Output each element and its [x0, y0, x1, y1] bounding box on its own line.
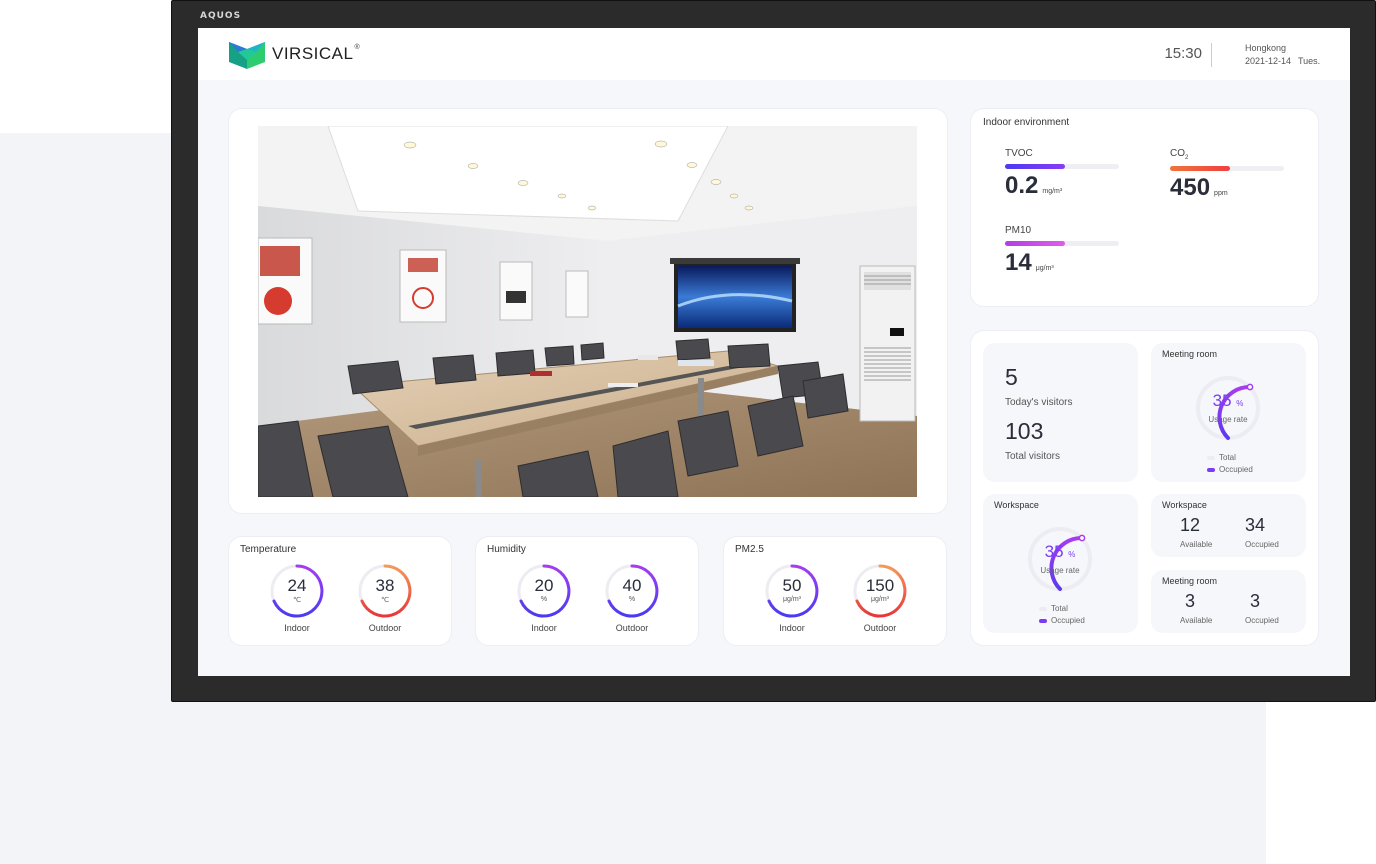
humidity-card: Humidity 20 % Indoor 40 % Outdoor — [475, 536, 699, 646]
header-divider — [1211, 43, 1212, 67]
pm25-outdoor-unit: μg/m³ — [870, 596, 890, 603]
pm25-outdoor-gauge: 150 μg/m³ — [852, 563, 908, 619]
legend-occupied-swatch — [1039, 618, 1047, 623]
pm25-outdoor-label: Outdoor — [863, 623, 897, 633]
temperature-indoor-unit: ℃ — [293, 597, 301, 604]
temperature-indoor-label: Indoor — [284, 623, 310, 633]
temperature-indoor-gauge: 24 ℃ — [269, 563, 325, 619]
tvoc-bar-fill — [1005, 164, 1066, 169]
pm10-metric: PM10 14 μg/m³ — [1005, 225, 1119, 277]
logo-text: VIRSICAL® — [272, 44, 361, 63]
workspace-usage-panel: Workspace 35 % Usage rate Total Occupied — [983, 494, 1138, 633]
pm25-indoor-value: 50 — [782, 576, 802, 595]
today-visitors-value: 5 — [1005, 364, 1018, 390]
meeting-room-usage-ring: 35 % Usage rate — [1191, 371, 1265, 445]
workspace-available-value: 12 — [1180, 515, 1201, 535]
tvoc-value: 0.2 mg/m³ — [1005, 172, 1063, 199]
legend-occupied: Occupied — [1207, 465, 1253, 474]
tvoc-metric: TVOC 0.2 mg/m³ — [1005, 148, 1119, 200]
humidity-indoor-gauge: 20 % — [516, 563, 572, 619]
workspace-stats-title: Workspace — [1162, 500, 1207, 510]
legend-total: Total — [1039, 604, 1068, 613]
logo: VIRSICAL® — [228, 38, 360, 70]
temperature-outdoor-value: 38 — [375, 576, 395, 595]
workspace-usage-rate: 35 % — [1044, 542, 1076, 561]
meeting-room-available-value: 3 — [1185, 591, 1196, 611]
monitor-brand: AQUOS — [200, 11, 242, 21]
virsical-logo-icon — [229, 42, 265, 69]
legend-occupied-swatch — [1207, 467, 1215, 472]
temperature-outdoor-label: Outdoor — [368, 623, 402, 633]
city-label: Hongkong — [1245, 43, 1287, 53]
indoor-environment-card: Indoor environment TVOC 0.2 mg/m³ CO2 450… — [970, 108, 1319, 307]
co2-value: 450 ppm — [1170, 174, 1228, 201]
meeting-room-image — [258, 126, 917, 497]
workspace-stats-panel: Workspace 12 Available 34 Occupied — [1151, 494, 1306, 557]
co2-bar — [1170, 166, 1284, 171]
meeting-room-occupied-value: 3 — [1250, 591, 1261, 611]
room-photo-card — [228, 108, 948, 514]
pm25-indoor-unit: μg/m³ — [782, 596, 802, 603]
pm10-label: PM10 — [1005, 225, 1032, 236]
temperature-outdoor-gauge: 38 ℃ — [357, 563, 413, 619]
occupancy-card: 5 Today's visitors 103 Total visitors Me… — [970, 330, 1319, 646]
humidity-outdoor-label: Outdoor — [615, 623, 649, 633]
legend-total: Total — [1207, 453, 1236, 462]
pm25-indoor-label: Indoor — [779, 623, 805, 633]
meeting-room-usage-rate: 35 % — [1212, 391, 1244, 410]
temperature-indoor-value: 24 — [287, 576, 307, 595]
meeting-room-occupied-label: Occupied — [1245, 616, 1279, 625]
humidity-outdoor-value: 40 — [622, 576, 642, 595]
meeting-room-usage-label: Usage rate — [1208, 415, 1248, 424]
display-monitor: AQUOS VIRSICAL® 15:30 Hongkong 2021-12-1… — [171, 0, 1376, 702]
indoor-environment-title: Indoor environment — [983, 117, 1070, 128]
workspace-usage-ring: 35 % Usage rate — [1023, 522, 1097, 596]
co2-label: CO2 — [1170, 148, 1189, 161]
pm10-bar — [1005, 241, 1119, 246]
co2-metric: CO2 450 ppm — [1170, 148, 1284, 202]
top-bar: VIRSICAL® 15:30 Hongkong 2021-12-14 Tues… — [198, 28, 1350, 80]
total-visitors-value: 103 — [1005, 418, 1044, 444]
pm10-bar-fill — [1005, 241, 1066, 246]
temperature-title: Temperature — [240, 544, 297, 555]
workspace-occupied-value: 34 — [1245, 515, 1266, 535]
workspace-occupied-label: Occupied — [1245, 540, 1279, 549]
pm25-title: PM2.5 — [735, 544, 764, 555]
workspace-usage-label: Usage rate — [1040, 566, 1080, 575]
pm25-indoor-gauge: 50 μg/m³ — [764, 563, 820, 619]
weekday-label: Tues. — [1298, 56, 1321, 66]
pm25-outdoor-value: 150 — [865, 576, 895, 595]
humidity-title: Humidity — [487, 544, 526, 555]
clock: 15:30 — [1164, 45, 1202, 62]
humidity-indoor-label: Indoor — [531, 623, 557, 633]
tvoc-label: TVOC — [1005, 148, 1033, 159]
legend-total-swatch — [1039, 606, 1047, 611]
tvoc-bar — [1005, 164, 1119, 169]
meeting-room-usage-panel: Meeting room 35 % Usage rate Total Occup… — [1151, 343, 1306, 482]
meeting-room-available-label: Available — [1180, 616, 1213, 625]
date-label: 2021-12-14 — [1245, 56, 1292, 66]
temperature-outdoor-unit: ℃ — [381, 597, 389, 604]
pm10-value: 14 μg/m³ — [1005, 249, 1054, 276]
meeting-room-stats-panel: Meeting room 3 Available 3 Occupied — [1151, 570, 1306, 633]
workspace-usage-title: Workspace — [994, 500, 1039, 510]
legend-total-swatch — [1207, 455, 1215, 460]
temperature-card: Temperature 24 ℃ Indoor 38 ℃ Outdoor — [228, 536, 452, 646]
workspace-available-label: Available — [1180, 540, 1213, 549]
today-visitors-label: Today's visitors — [1005, 397, 1073, 408]
pm25-card: PM2.5 50 μg/m³ Indoor 150 μg/m³ Outdoor — [723, 536, 947, 646]
humidity-outdoor-gauge: 40 % — [604, 563, 660, 619]
humidity-indoor-value: 20 — [534, 576, 554, 595]
humidity-indoor-unit: % — [540, 596, 548, 603]
humidity-outdoor-unit: % — [628, 596, 636, 603]
total-visitors-label: Total visitors — [1005, 451, 1061, 462]
dashboard-screen: VIRSICAL® 15:30 Hongkong 2021-12-14 Tues… — [198, 28, 1350, 676]
meeting-room-stats-title: Meeting room — [1162, 576, 1218, 586]
co2-bar-fill — [1170, 166, 1231, 171]
meeting-room-usage-title: Meeting room — [1162, 349, 1218, 359]
visitors-panel: 5 Today's visitors 103 Total visitors — [983, 343, 1138, 482]
legend-occupied: Occupied — [1039, 616, 1085, 625]
